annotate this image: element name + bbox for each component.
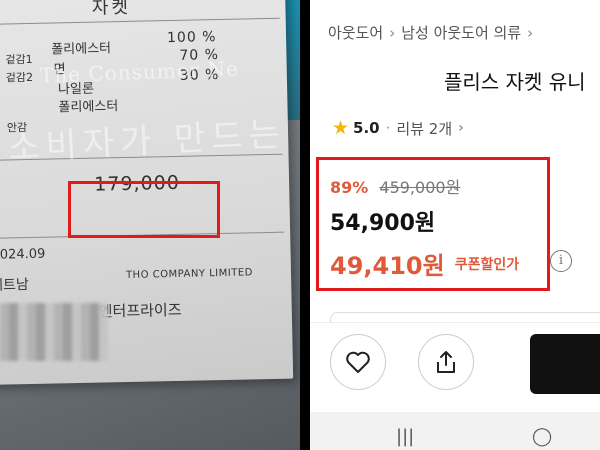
wishlist-button[interactable] <box>330 334 386 390</box>
separator-dot: · <box>385 119 391 137</box>
breadcrumb-item[interactable]: 아웃도어 <box>328 24 383 42</box>
chevron-right-icon: › <box>389 24 396 42</box>
buy-button[interactable] <box>530 334 600 394</box>
review-count-link[interactable]: 리뷰 2개 <box>396 118 452 139</box>
label-date: 2024.09 <box>0 246 46 263</box>
label-photo: 자켓 겉감1 폴리에스터 100 % 겉감2 면 70 % 나일론 30 % 안… <box>0 0 300 450</box>
image-divider <box>300 0 310 450</box>
recent-apps-icon[interactable]: ||| <box>396 426 414 447</box>
heart-icon <box>346 351 370 373</box>
breadcrumb: 아웃도어 › 남성 아웃도어 의류 › <box>328 22 539 43</box>
label-rule <box>0 17 280 25</box>
home-icon[interactable]: ◯ <box>532 426 552 447</box>
label-enterprise: 엔터프라이즈 <box>98 300 182 321</box>
label-title: 자켓 <box>91 0 132 19</box>
material-name: 폴리에스터 <box>51 41 112 58</box>
system-nav-bar <box>310 412 600 450</box>
price-highlight-box <box>316 157 550 291</box>
chevron-right-icon: › <box>527 24 534 42</box>
price-highlight-box <box>68 181 220 238</box>
share-button[interactable] <box>418 334 474 390</box>
product-title: 플리스 자켓 유니 <box>444 70 586 94</box>
share-icon <box>437 351 455 373</box>
breadcrumb-item[interactable]: 남성 아웃도어 의류 <box>401 24 521 42</box>
material-part: 겉감1 <box>5 52 33 67</box>
rating-row[interactable]: ★ 5.0 · 리뷰 2개 › <box>332 117 464 139</box>
material-part: 겉감2 <box>5 70 34 85</box>
blurred-region <box>0 303 108 361</box>
info-icon[interactable]: i <box>550 250 572 272</box>
label-company: THO COMPANY LIMITED <box>125 267 253 282</box>
material-percent: 100 % <box>166 29 217 47</box>
rating-score: 5.0 <box>353 119 380 137</box>
star-icon: ★ <box>332 117 350 139</box>
label-country: 베트남 <box>0 277 29 294</box>
chevron-right-icon: › <box>458 120 464 136</box>
material-name: 폴리에스터 <box>58 99 119 116</box>
shopping-app-screen: 아웃도어 › 남성 아웃도어 의류 › 플리스 자켓 유니 ★ 5.0 · 리뷰 2개… <box>310 0 600 450</box>
